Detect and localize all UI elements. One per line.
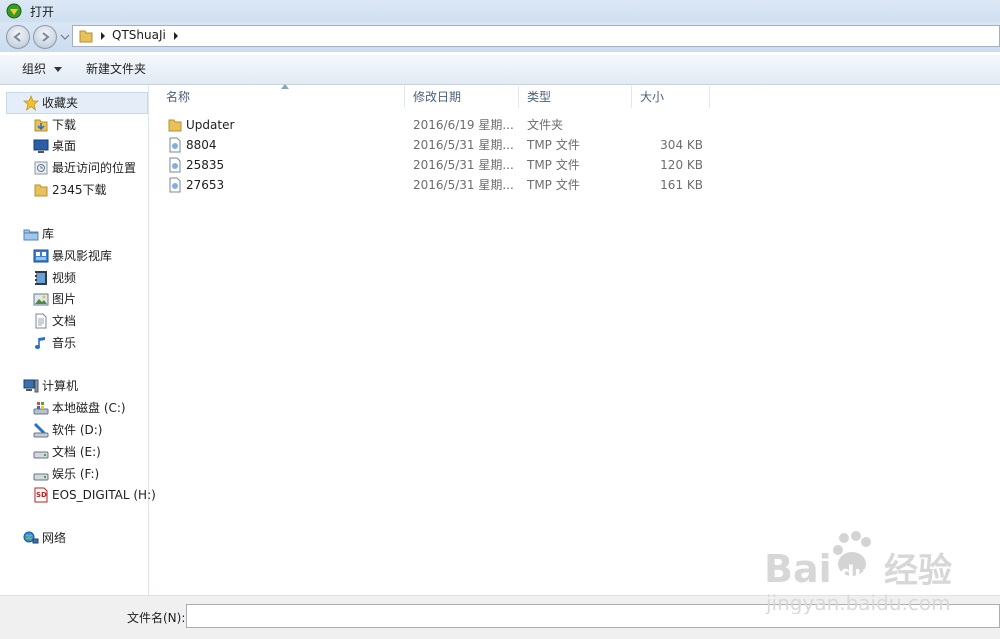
organize-label: 组织 <box>22 62 47 76</box>
download-folder-icon <box>34 119 48 132</box>
drive-icon <box>33 473 49 481</box>
column-header-row: 名称 修改日期 类型 大小 <box>158 86 710 108</box>
breadcrumb-separator-icon[interactable] <box>99 31 107 41</box>
arrow-left-icon <box>13 32 21 42</box>
folder-icon <box>168 119 182 132</box>
back-button[interactable] <box>6 25 30 49</box>
sd-card-icon: SD <box>34 487 48 503</box>
file-type: TMP 文件 <box>527 178 580 192</box>
breadcrumb-separator-icon[interactable] <box>172 31 180 41</box>
file-icon <box>169 157 181 173</box>
new-folder-button[interactable]: 新建文件夹 <box>78 58 154 80</box>
file-date: 2016/5/31 星期... <box>413 178 514 192</box>
media-library-icon <box>33 249 49 263</box>
file-date: 2016/5/31 星期... <box>413 138 514 152</box>
network-icon <box>23 531 39 544</box>
svg-text:经验: 经验 <box>884 551 952 591</box>
recent-places-icon <box>34 161 48 175</box>
library-icon <box>23 229 39 241</box>
file-icon <box>169 177 181 193</box>
file-row[interactable]: 8804 2016/5/31 星期... TMP 文件 304 KB <box>158 135 710 155</box>
column-header-size[interactable]: 大小 <box>632 86 710 108</box>
file-icon <box>169 137 181 153</box>
documents-icon <box>35 313 47 329</box>
baidu-jingyan-watermark-logo: Bai du 经验 jingyan.baidu.com <box>764 531 952 614</box>
file-date: 2016/6/19 星期... <box>413 118 514 132</box>
breadcrumb-item[interactable]: QTShuaJi <box>112 28 166 42</box>
file-row[interactable]: 27653 2016/5/31 星期... TMP 文件 161 KB <box>158 175 710 195</box>
folder-icon <box>34 184 48 197</box>
window-title: 打开 <box>30 5 55 19</box>
organize-button[interactable]: 组织 <box>14 58 70 80</box>
file-type: TMP 文件 <box>527 138 580 152</box>
file-name: 27653 <box>186 178 225 192</box>
column-header-type[interactable]: 类型 <box>519 86 632 108</box>
file-row[interactable]: Updater 2016/6/19 星期... 文件夹 <box>158 115 710 135</box>
folder-icon <box>79 30 93 43</box>
caret-down-icon <box>53 66 62 72</box>
column-header-date[interactable]: 修改日期 <box>405 86 519 108</box>
column-header-name[interactable]: 名称 <box>158 86 405 108</box>
music-icon <box>34 337 45 349</box>
svg-text:SD: SD <box>36 491 47 499</box>
chevron-down-icon[interactable] <box>60 31 70 43</box>
drive-icon <box>33 422 49 438</box>
file-size: 161 KB <box>660 178 703 192</box>
file-date: 2016/5/31 星期... <box>413 158 514 172</box>
app-icon <box>6 3 22 19</box>
file-name: Updater <box>186 118 235 132</box>
drive-icon <box>33 451 49 459</box>
title-bar <box>0 0 1000 22</box>
arrow-right-icon <box>42 32 50 42</box>
forward-button[interactable] <box>33 25 57 49</box>
pictures-icon <box>33 293 49 306</box>
file-name: 8804 <box>186 138 217 152</box>
computer-icon <box>23 379 39 393</box>
file-name: 25835 <box>186 158 225 172</box>
address-bar[interactable] <box>72 25 1000 47</box>
svg-text:jingyan.baidu.com: jingyan.baidu.com <box>765 591 951 614</box>
file-size: 304 KB <box>660 138 703 152</box>
video-icon <box>35 271 47 285</box>
svg-text:du: du <box>840 561 869 585</box>
file-type: TMP 文件 <box>527 158 580 172</box>
sort-ascending-icon <box>281 84 289 89</box>
desktop-icon <box>33 139 49 153</box>
svg-text:Bai: Bai <box>764 547 832 591</box>
star-icon <box>23 95 39 111</box>
system-drive-icon <box>33 402 49 415</box>
file-type: 文件夹 <box>527 118 564 132</box>
file-size: 120 KB <box>660 158 703 172</box>
filename-label: 文件名(N): <box>127 611 186 625</box>
file-row[interactable]: 25835 2016/5/31 星期... TMP 文件 120 KB <box>158 155 710 175</box>
